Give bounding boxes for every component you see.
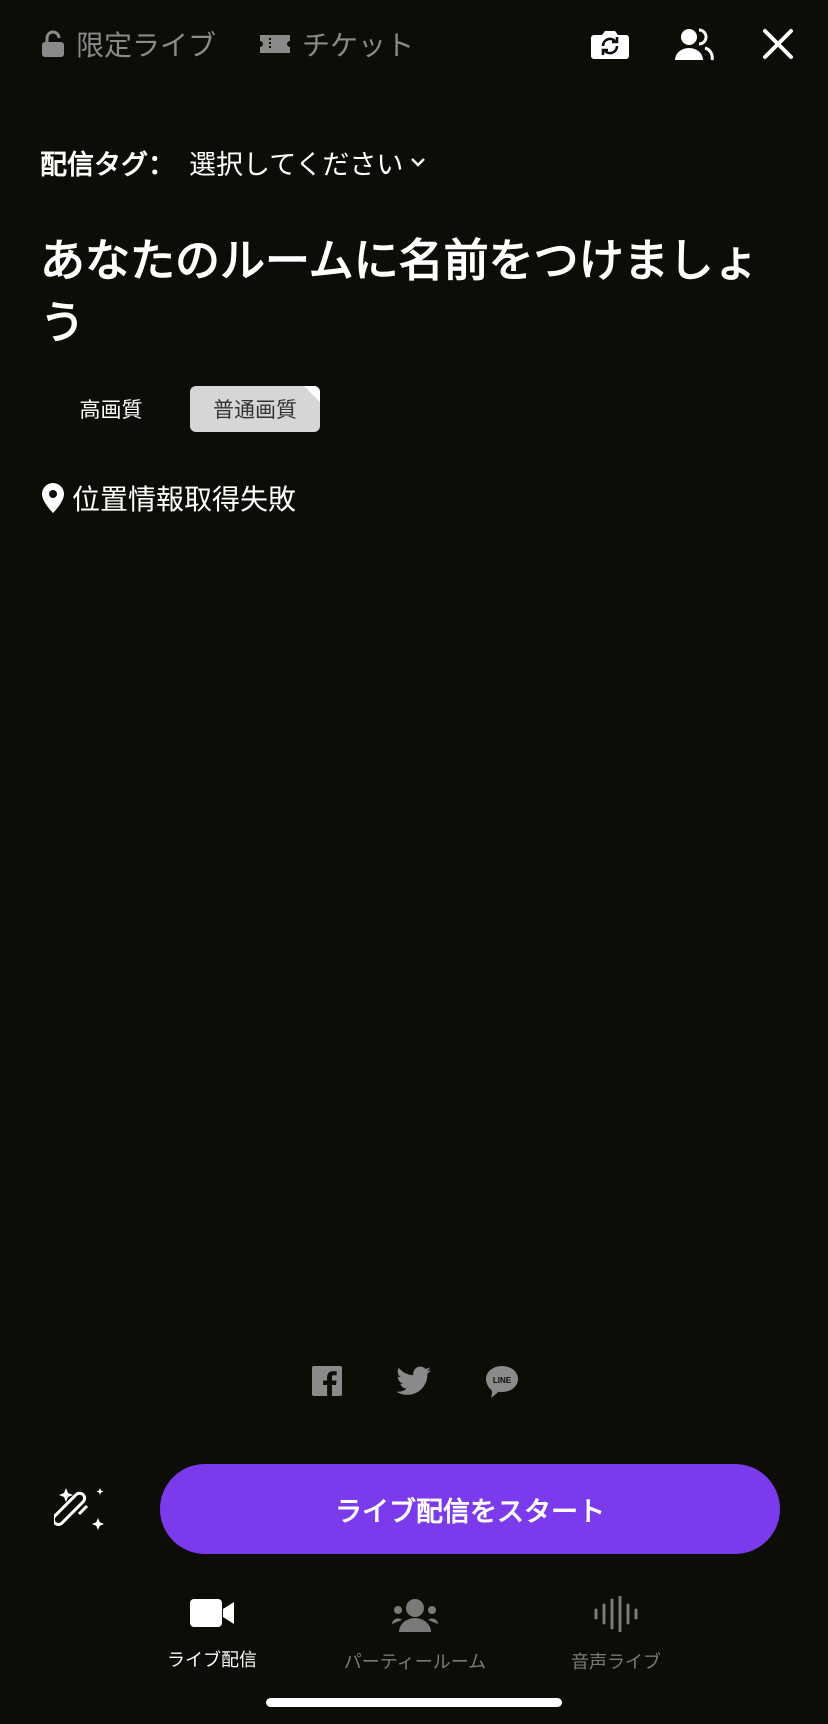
line-icon: LINE [486, 1366, 518, 1398]
sound-wave-icon [594, 1596, 638, 1632]
start-live-button[interactable]: ライブ配信をスタート [160, 1464, 780, 1554]
location-pin-icon [42, 483, 64, 513]
magic-wand-icon [54, 1488, 104, 1530]
tag-selector[interactable]: 配信タグ： 選択してください [40, 142, 427, 182]
tab-voice-live[interactable]: 音声ライブ [556, 1596, 676, 1674]
tab-party-room[interactable]: パーティールーム [330, 1596, 500, 1674]
svg-text:LINE: LINE [493, 1376, 512, 1385]
tab-live[interactable]: ライブ配信 [150, 1596, 274, 1672]
ticket-label: チケット [302, 29, 415, 62]
camera-switch-button[interactable] [588, 22, 632, 66]
twitter-share-button[interactable] [396, 1366, 432, 1396]
tab-live-label: ライブ配信 [167, 1650, 257, 1671]
location-text: 位置情報取得失敗 [72, 483, 297, 516]
tab-party-room-label: パーティールーム [343, 1652, 487, 1673]
facebook-share-button[interactable] [310, 1364, 344, 1398]
tab-voice-live-label: 音声ライブ [571, 1652, 661, 1673]
ticket-button[interactable]: チケット [258, 24, 414, 64]
users-icon [675, 28, 714, 61]
ticket-icon [260, 35, 290, 53]
close-icon [763, 29, 793, 59]
room-name-input[interactable]: あなたのルームに名前をつけましょう [40, 230, 760, 354]
home-indicator [266, 1698, 562, 1707]
limited-live-label: 限定ライブ [76, 29, 217, 62]
chevron-down-icon [411, 158, 426, 167]
line-share-button[interactable]: LINE [484, 1364, 520, 1400]
group-icon [392, 1599, 438, 1632]
quality-high-option[interactable]: 高画質 [56, 386, 166, 432]
location-status[interactable]: 位置情報取得失敗 [40, 476, 296, 520]
video-camera-icon [190, 1599, 234, 1627]
close-button[interactable] [756, 22, 800, 66]
tag-value: 選択してください [189, 149, 404, 181]
quality-normal-option[interactable]: 普通画質 [190, 386, 320, 432]
camera-switch-icon [591, 31, 629, 59]
beauty-filter-button[interactable] [54, 1484, 108, 1538]
limited-live-button[interactable]: 限定ライブ [40, 24, 216, 64]
lock-icon [42, 30, 64, 57]
twitter-icon [396, 1366, 431, 1395]
users-button[interactable] [672, 22, 716, 66]
tag-label: 配信タグ： [40, 149, 175, 181]
facebook-icon [312, 1366, 342, 1396]
